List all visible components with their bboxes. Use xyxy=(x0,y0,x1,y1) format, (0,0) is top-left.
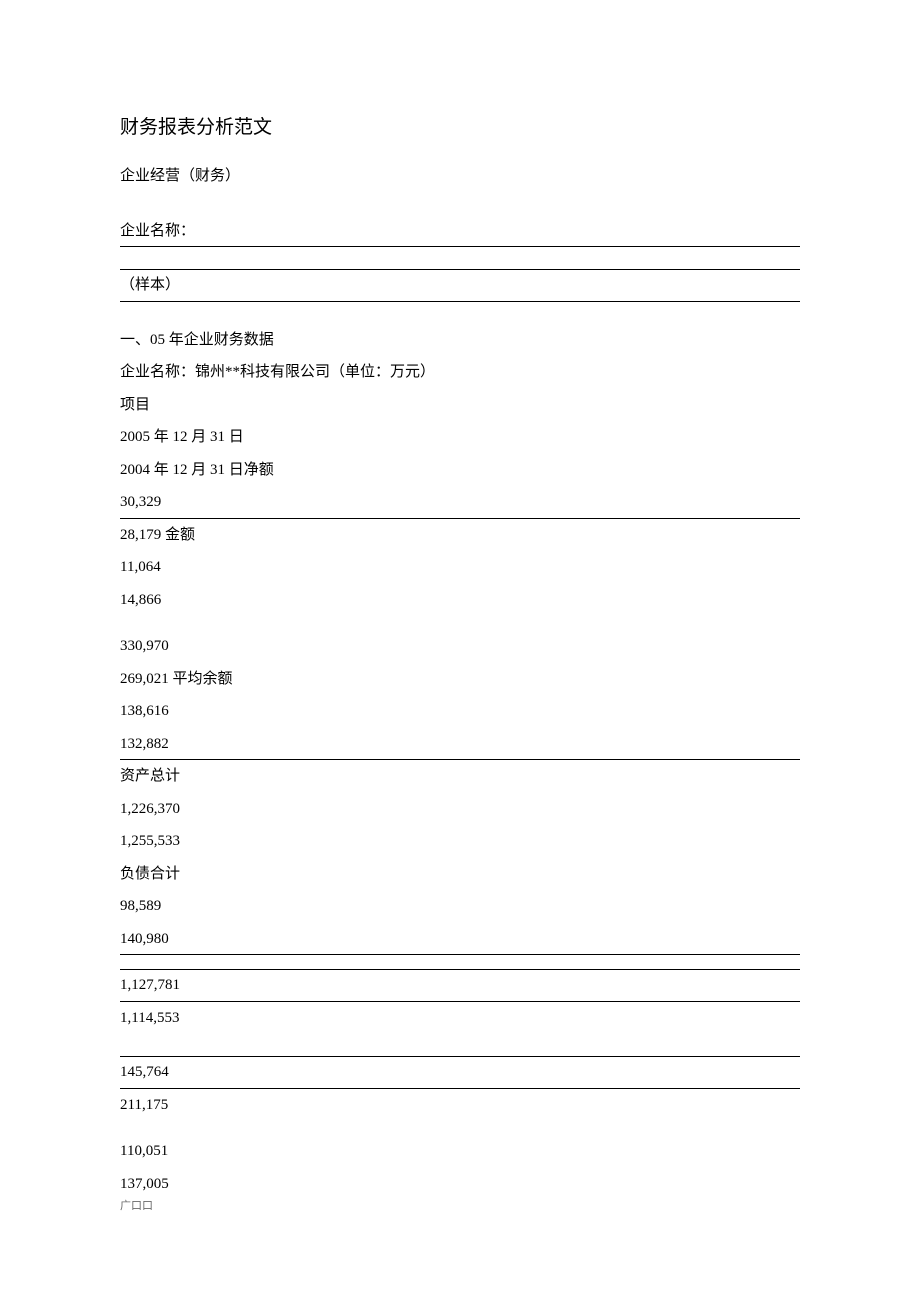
row-value: 145,764 xyxy=(120,1056,800,1089)
row-date-2004: 2004 年 12 月 31 日净额 xyxy=(120,454,800,487)
spacer xyxy=(120,193,800,215)
row-value: 132,882 xyxy=(120,728,800,761)
spacer xyxy=(120,302,800,324)
footer-fragment: 广口口 xyxy=(120,1200,800,1213)
row-value: 1,255,533 xyxy=(120,825,800,858)
company-name-label: 企业名称： xyxy=(120,215,800,248)
row-value: 137,005 xyxy=(120,1168,800,1201)
row-value: 1,226,370 xyxy=(120,793,800,826)
row-value: 138,616 xyxy=(120,695,800,728)
row-liability-total: 负债合计 xyxy=(120,858,800,891)
company-info: 企业名称：锦州**科技有限公司（单位：万元） xyxy=(120,356,800,389)
spacer xyxy=(120,247,800,269)
row-value: 1,127,781 xyxy=(120,969,800,1002)
subtitle: 企业经营（财务） xyxy=(120,160,800,193)
row-date-2005: 2005 年 12 月 31 日 xyxy=(120,421,800,454)
row-value: 269,021 平均余额 xyxy=(120,663,800,696)
row-value: 110,051 xyxy=(120,1135,800,1168)
row-asset-total: 资产总计 xyxy=(120,760,800,793)
row-value: 14,866 xyxy=(120,584,800,617)
row-value: 11,064 xyxy=(120,551,800,584)
row-value: 98,589 xyxy=(120,890,800,923)
spacer xyxy=(120,955,800,969)
spacer xyxy=(120,1034,800,1056)
document-page: 财务报表分析范文 企业经营（财务） 企业名称： （样本） 一、05 年企业财务数… xyxy=(0,0,920,1273)
sample-label: （样本） xyxy=(120,269,800,302)
row-value: 30,329 xyxy=(120,486,800,519)
row-value: 211,175 xyxy=(120,1089,800,1122)
section-heading: 一、05 年企业财务数据 xyxy=(120,324,800,357)
row-value: 140,980 xyxy=(120,923,800,956)
spacer xyxy=(120,616,800,630)
spacer xyxy=(120,1121,800,1135)
row-value: 1,114,553 xyxy=(120,1002,800,1035)
row-item: 项目 xyxy=(120,389,800,422)
row-value: 28,179 金额 xyxy=(120,519,800,552)
row-value: 330,970 xyxy=(120,630,800,663)
document-title: 财务报表分析范文 xyxy=(120,110,800,146)
